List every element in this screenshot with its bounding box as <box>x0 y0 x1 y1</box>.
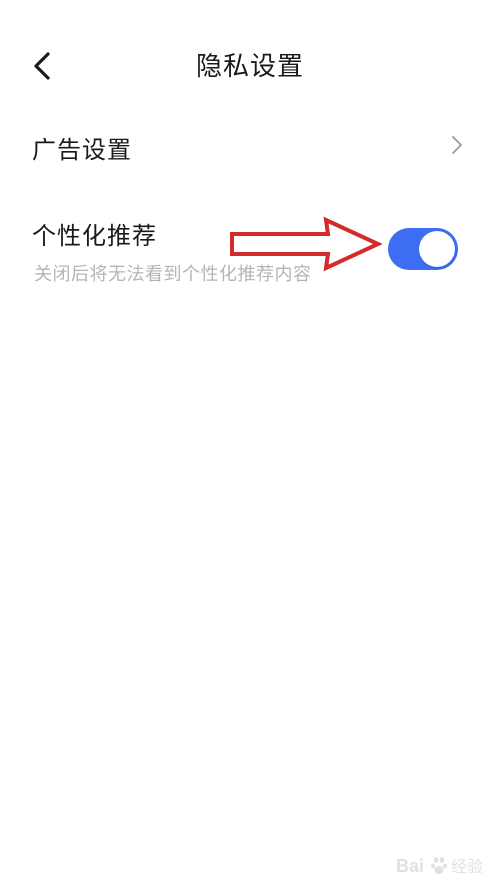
svg-text:经验: 经验 <box>451 857 483 876</box>
chevron-right-icon <box>452 136 462 154</box>
baidu-watermark: Bai 经验 <box>396 852 492 878</box>
privacy-settings-screen: 隐私设置 广告设置 个性化推荐 关闭后将无法看到个性化推荐内容 Bai 经验 <box>0 0 500 888</box>
ad-settings-row[interactable]: 广告设置 <box>0 118 500 174</box>
page-title: 隐私设置 <box>195 52 304 82</box>
ad-settings-label: 广告设置 <box>32 136 132 164</box>
toggle-knob <box>419 231 455 267</box>
header: 隐私设置 <box>0 30 500 102</box>
personalized-recommendation-toggle[interactable] <box>388 228 458 270</box>
red-arrow-icon <box>230 216 383 272</box>
baidu-paw-icon: Bai 经验 <box>396 856 483 876</box>
personalized-recommendation-label: 个性化推荐 <box>32 222 157 250</box>
svg-text:Bai: Bai <box>396 856 424 876</box>
